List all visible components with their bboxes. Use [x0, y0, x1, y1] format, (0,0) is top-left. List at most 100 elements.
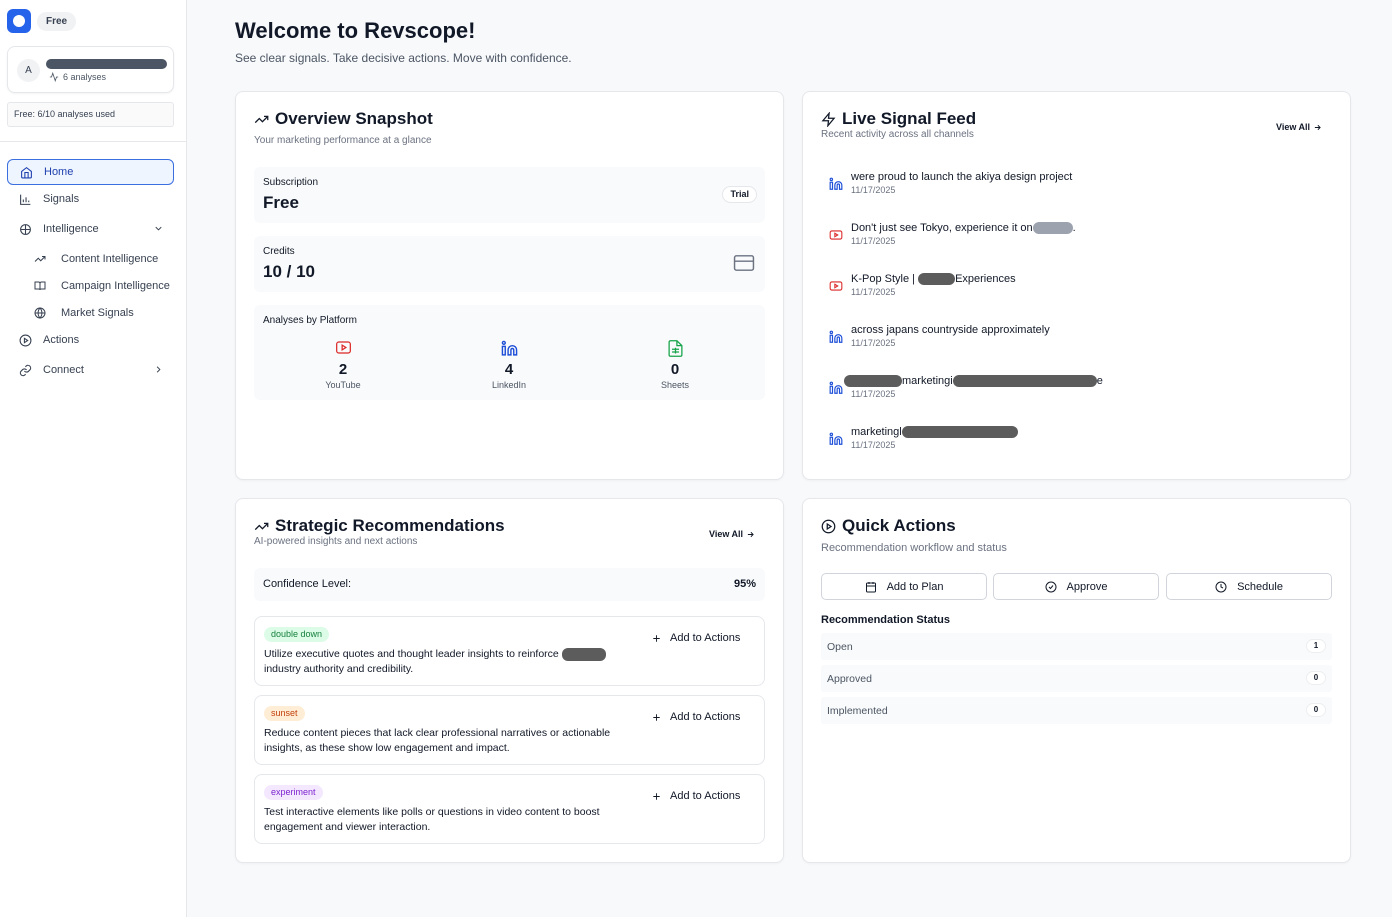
sidebar: Free A 6 analyses Free: 6/10 analyses us… [0, 0, 187, 917]
credits-panel: Credits 10 / 10 [254, 236, 765, 292]
tag-double-down: double down [264, 627, 330, 642]
sidebar-item-label: Market Signals [61, 307, 134, 319]
overview-subtitle: Your marketing performance at a glance [254, 135, 432, 146]
plan-badge: Free [37, 12, 77, 31]
plus-icon [653, 792, 660, 800]
sidebar-item-market-signals[interactable]: Market Signals [25, 301, 175, 325]
linkedin-icon [829, 177, 843, 190]
sidebar-item-actions[interactable]: Actions [7, 327, 174, 353]
view-all-label: View All [708, 529, 743, 539]
recommendation-text-part: industry authority and credibility. [264, 663, 414, 675]
sidebar-item-home[interactable]: Home [7, 159, 174, 185]
add-to-actions-label: Add to Actions [670, 711, 741, 723]
calendar-icon [865, 581, 876, 592]
overview-card: Overview Snapshot Your marketing perform… [235, 91, 784, 480]
brain-icon [19, 223, 31, 235]
add-to-plan-button[interactable]: Add to Plan [821, 573, 987, 600]
trending-up-icon [34, 256, 46, 262]
status-label: Implemented [827, 705, 888, 717]
book-open-icon [34, 281, 46, 291]
feed-view-all-link[interactable]: View All [1276, 122, 1322, 132]
feed-text: Experiences [955, 273, 1016, 285]
feed-item-date: 11/17/2025 [851, 236, 896, 246]
user-card[interactable]: A 6 analyses [7, 46, 174, 93]
subscription-label: Subscription [263, 177, 319, 188]
credits-label: Credits [263, 246, 295, 257]
feed-text: . [1072, 222, 1076, 234]
sidebar-item-intelligence[interactable]: Intelligence [7, 216, 174, 242]
redacted-text [561, 647, 606, 661]
redacted-text [1032, 222, 1073, 235]
recommendations-view-all-link[interactable]: View All [709, 529, 755, 539]
add-to-actions-label: Add to Actions [670, 790, 741, 802]
status-row-approved: Approved 0 [821, 665, 1332, 692]
view-all-label: View All [1275, 122, 1310, 132]
feed-text: marketingi [902, 375, 953, 387]
feed-item-date: 11/17/2025 [851, 287, 896, 297]
platform-sheets: 0 Sheets [625, 340, 725, 390]
platform-youtube: 2 YouTube [293, 340, 393, 390]
feed-item[interactable]: K-Pop Style | Experiences 11/17/2025 [826, 273, 1326, 307]
add-to-actions-button[interactable]: Add to Actions [651, 790, 740, 802]
status-row-implemented: Implemented 0 [821, 697, 1332, 724]
trial-badge: Trial [722, 186, 757, 203]
sidebar-item-campaign-intelligence[interactable]: Campaign Intelligence [25, 274, 175, 298]
sidebar-item-label: Home [44, 166, 74, 178]
plus-icon [653, 634, 660, 642]
sidebar-item-label: Actions [43, 334, 80, 346]
zap-icon [821, 111, 836, 127]
clock-icon [1215, 581, 1227, 592]
feed-item[interactable]: were proud to launch the akiya design pr… [826, 171, 1326, 205]
sidebar-item-signals[interactable]: Signals [7, 186, 174, 212]
youtube-icon [829, 230, 843, 240]
chevron-right-icon [156, 366, 161, 373]
trending-up-icon [254, 115, 269, 123]
feed-item-text: across japans countryside approximately [851, 324, 1050, 336]
feed-text: were proud to launch the akiya design pr… [851, 171, 1073, 183]
add-to-actions-label: Add to Actions [670, 632, 741, 644]
feed-item-date: 11/17/2025 [851, 185, 896, 195]
tag-sunset: sunset [264, 706, 305, 721]
platform-count: 0 [670, 361, 680, 378]
sidebar-item-connect[interactable]: Connect [7, 357, 174, 383]
globe-icon [34, 307, 46, 319]
linkedin-icon [501, 340, 517, 356]
app-logo[interactable] [7, 9, 31, 33]
recommendation-text: Reduce content pieces that lack clear pr… [264, 727, 611, 754]
subscription-value: Free [263, 193, 299, 212]
usage-indicator: Free: 6/10 analyses used [7, 102, 174, 127]
approve-button[interactable]: Approve [993, 573, 1159, 600]
schedule-button[interactable]: Schedule [1166, 573, 1332, 600]
feed-title-text: Live Signal Feed [842, 109, 977, 128]
status-row-open: Open 1 [821, 633, 1332, 660]
redacted-text [844, 375, 902, 388]
feed-text: K-Pop Style | [851, 273, 919, 285]
feed-item-text: marketingl [851, 426, 1018, 439]
avatar: A [17, 59, 40, 82]
youtube-icon [335, 341, 351, 354]
user-name-redacted [46, 59, 167, 69]
overview-title: Overview Snapshot [254, 109, 433, 129]
add-to-actions-button[interactable]: Add to Actions [651, 632, 740, 644]
link-icon [19, 364, 31, 376]
sidebar-item-content-intelligence[interactable]: Content Intelligence [25, 247, 175, 271]
bar-chart-icon [19, 194, 30, 205]
quick-actions-title-text: Quick Actions [842, 516, 956, 535]
feed-text: across japans countryside approximately [851, 324, 1050, 336]
add-to-actions-button[interactable]: Add to Actions [651, 711, 740, 723]
tag-experiment: experiment [264, 785, 323, 800]
feed-item[interactable]: marketingi e 11/17/2025 [826, 375, 1326, 409]
feed-item[interactable]: marketingl 11/17/2025 [826, 426, 1326, 460]
trending-up-icon [254, 522, 269, 530]
redacted-text [952, 375, 1097, 388]
approve-label: Approve [1066, 580, 1108, 593]
status-label: Open [827, 641, 853, 653]
feed-item-date: 11/17/2025 [851, 338, 896, 348]
platform-name: Sheets [660, 380, 690, 390]
page-title: Welcome to Revscope! [235, 18, 476, 43]
youtube-icon [829, 281, 843, 291]
feed-item[interactable]: across japans countryside approximately … [826, 324, 1326, 358]
recommendations-title-text: Strategic Recommendations [275, 516, 505, 535]
feed-item[interactable]: Don't just see Tokyo, experience it on. … [826, 222, 1326, 256]
schedule-label: Schedule [1237, 580, 1283, 593]
